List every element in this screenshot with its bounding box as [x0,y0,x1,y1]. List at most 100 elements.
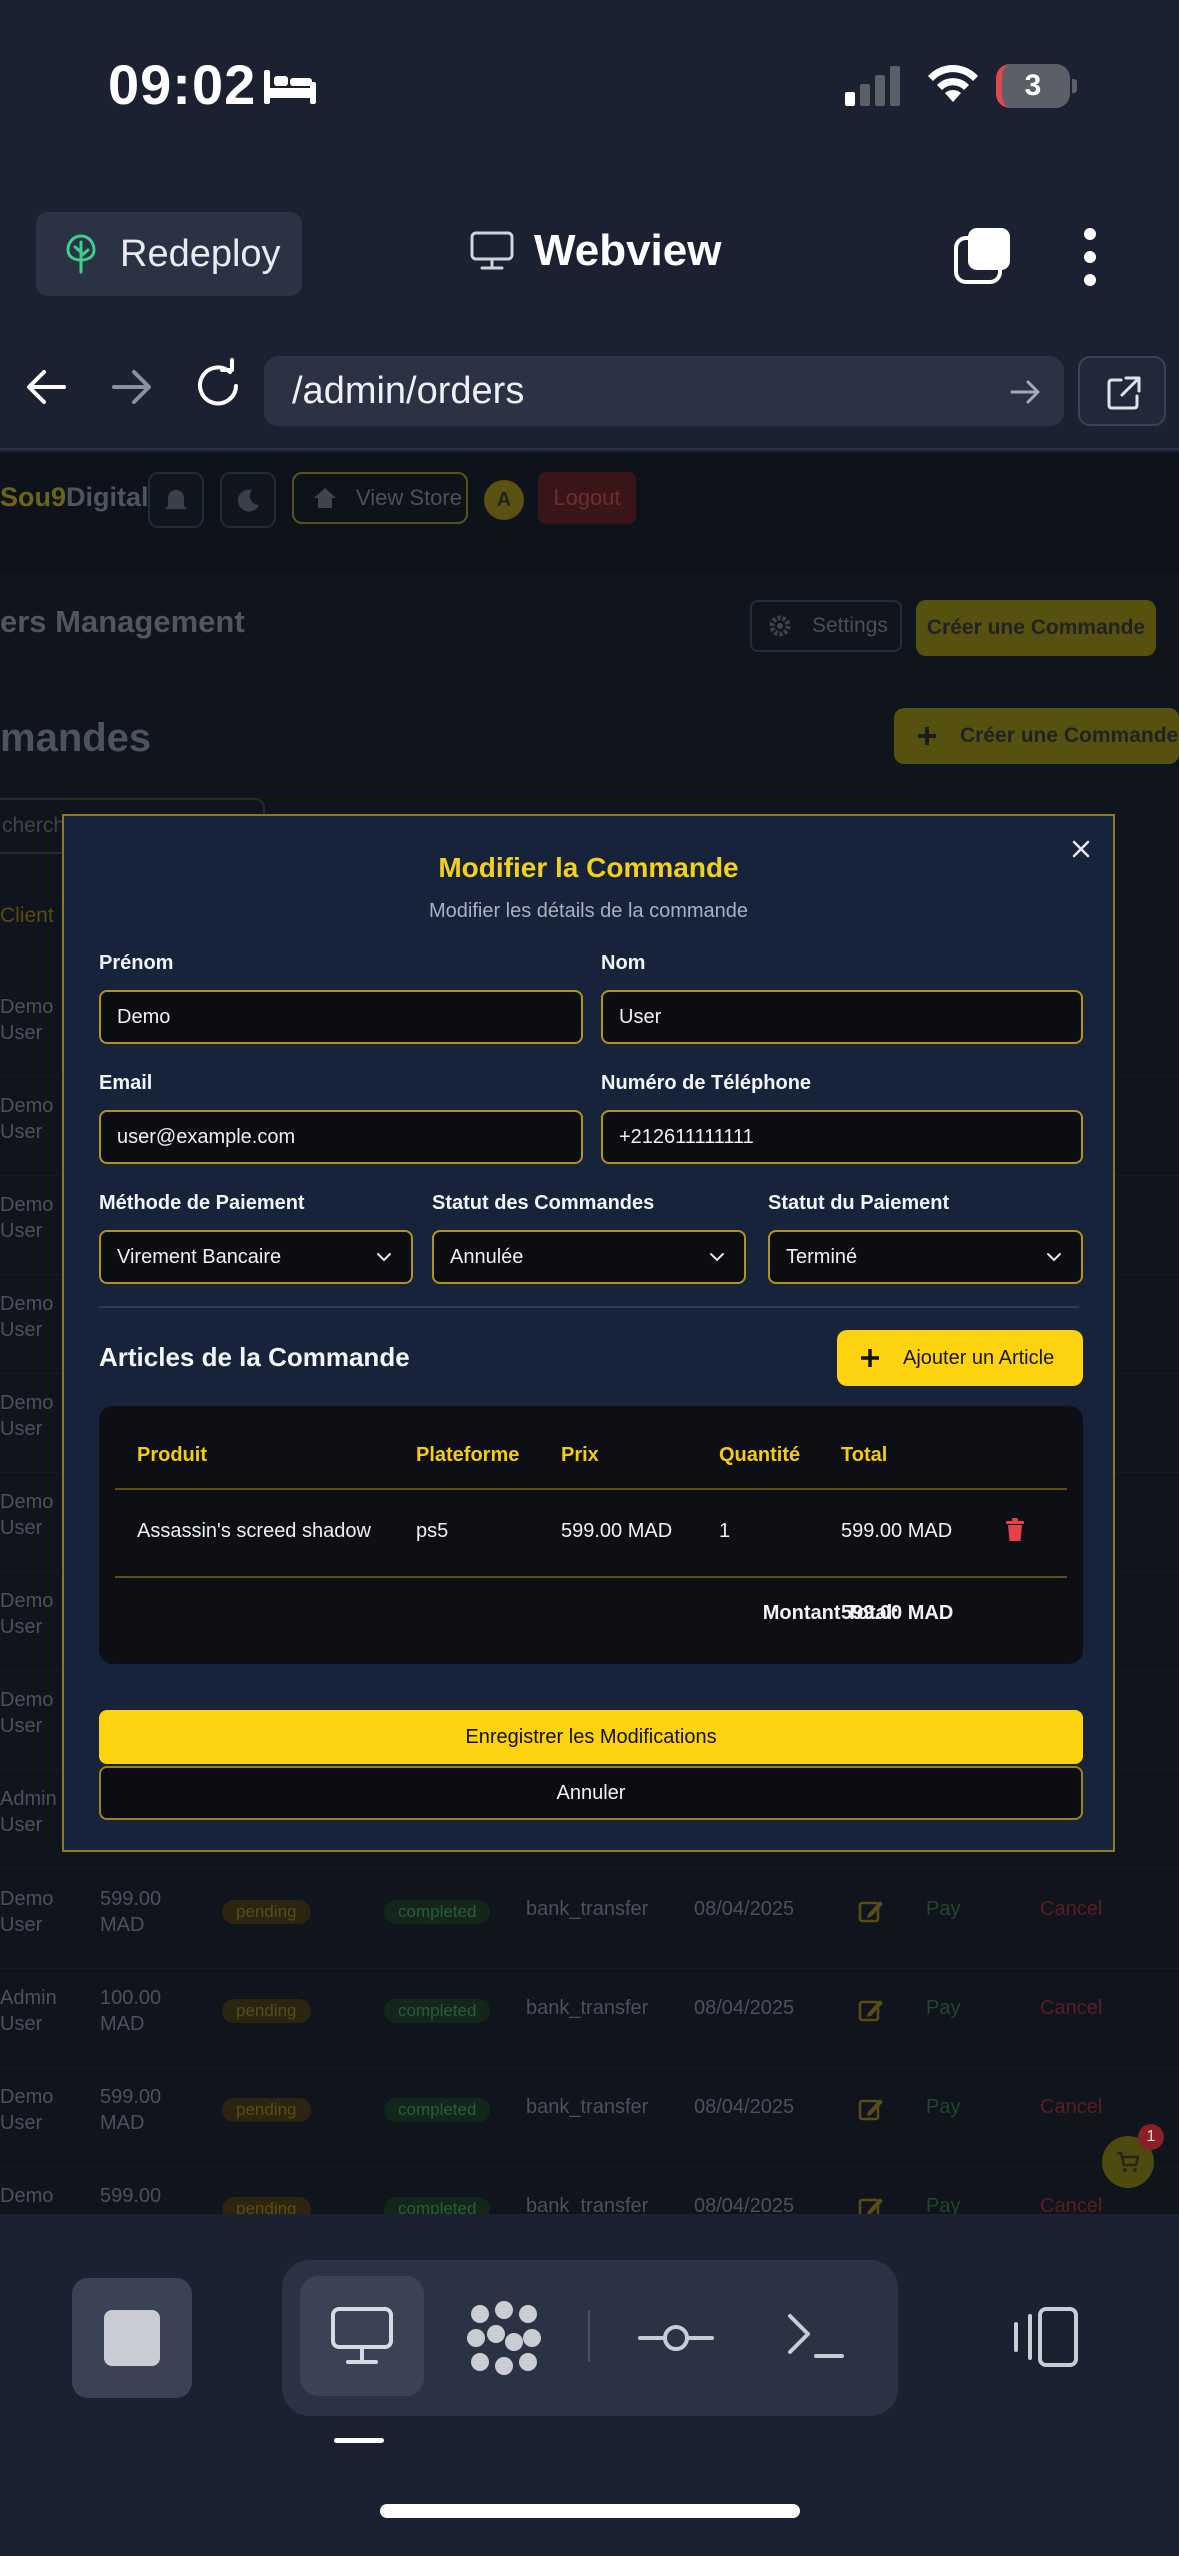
payment-badge: completed [384,2098,491,2122]
add-item-button[interactable]: Ajouter un Article [837,1330,1083,1386]
sidebar-toggle-icon[interactable] [1010,2306,1080,2368]
row-date: 08/04/2025 [694,1997,795,2019]
close-icon[interactable] [1070,838,1092,860]
row-method: bank_transfer [526,1898,649,1920]
terminal-icon[interactable] [786,2310,846,2362]
table-row: Demo User 599.00 MAD pending completed bank_… [0,2167,1179,2214]
order-status-select[interactable]: Annulée [432,1230,746,1284]
status-time: 09:02 [108,53,257,116]
payment-badge: completed [384,1900,491,1924]
forward-arrow-icon[interactable] [106,362,156,412]
notifications-button[interactable] [148,472,204,528]
row-amount: 100.00 MAD [100,1987,162,2035]
pay-button[interactable]: Pay [926,2096,960,2119]
pay-button[interactable]: Pay [926,1997,960,2020]
tree-icon [66,234,96,274]
edit-icon[interactable] [858,2195,884,2214]
column-header-product: Produit [137,1444,207,1466]
open-external-icon [1107,376,1141,410]
cancel-order-button[interactable]: Cancel [1040,2096,1102,2119]
cluster-icon[interactable] [466,2300,542,2376]
row-client: Demo User [0,1392,54,1440]
cart-icon [1117,2151,1140,2172]
cellular-signal-icon [845,66,900,106]
row-method: bank_transfer [526,2096,649,2118]
save-changes-button[interactable]: Enregistrer les Modifications [99,1710,1083,1764]
cancel-order-button[interactable]: Cancel [1040,1997,1102,2020]
edit-icon[interactable] [858,2096,884,2122]
phone-field[interactable]: +212611111111 [601,1110,1083,1164]
cancel-order-button[interactable]: Cancel [1040,2195,1102,2214]
reload-icon[interactable] [190,358,246,414]
trash-icon[interactable] [1005,1518,1025,1542]
payment-method-label: Méthode de Paiement [99,1192,305,1214]
table-row: Demo User 599.00 MAD pending completed bank_… [0,1870,1179,1969]
cancel-order-button[interactable]: Cancel [1040,1898,1102,1921]
pay-button[interactable]: Pay [926,1898,960,1921]
row-client: Demo User [0,1293,54,1341]
plus-icon [861,1349,879,1367]
email-field[interactable]: user@example.com [99,1110,583,1164]
pay-button[interactable]: Pay [926,2195,960,2214]
row-amount: 599.00 MAD [100,2185,162,2214]
create-order-button[interactable]: Créer une Commande [916,600,1156,656]
stop-icon [104,2310,160,2366]
payment-badge: completed [384,1999,491,2023]
payment-method-select[interactable]: Virement Bancaire [99,1230,413,1284]
url-row: /admin/orders [0,330,1179,450]
payment-method-value: Virement Bancaire [117,1246,282,1268]
logout-button[interactable]: Logout [538,472,636,524]
status-badge: pending [222,1900,311,1924]
first-name-field[interactable]: Demo [99,990,583,1044]
gear-icon [769,615,791,637]
dark-mode-button[interactable] [220,472,276,528]
commit-icon[interactable] [638,2314,714,2362]
last-name-field[interactable]: User [601,990,1083,1044]
last-name-label: Nom [601,952,646,974]
row-client: Demo User [0,2185,54,2214]
modal-title: Modifier la Commande [438,852,739,883]
webview-tab[interactable] [300,2276,424,2396]
page-title: ers Management [0,604,245,639]
chevron-down-icon [377,1253,391,1262]
row-client: Demo User [0,1689,54,1737]
order-status-label: Statut des Commandes [432,1192,655,1214]
redeploy-button[interactable]: Redeploy [36,212,302,296]
tabs-icon[interactable] [952,226,1012,286]
cancel-button[interactable]: Annuler [99,1766,1083,1820]
edit-icon[interactable] [858,1997,884,2023]
home-indicator[interactable] [380,2504,800,2518]
app-bar: Redeploy Webview [0,190,1179,320]
row-client: Demo User [0,2086,54,2134]
row-client: Admin User [0,1788,57,1836]
back-arrow-icon[interactable] [22,362,72,412]
order-status-value: Annulée [450,1246,524,1268]
open-external-button[interactable] [1078,356,1166,426]
site-brand[interactable]: Sou9Digital [0,482,149,513]
row-date: 08/04/2025 [694,2195,795,2214]
stop-button[interactable] [72,2278,192,2398]
url-input[interactable]: /admin/orders [264,356,1064,426]
row-client: Demo User [0,1590,54,1638]
settings-button[interactable]: Settings [750,600,902,652]
header-divider [115,1488,1067,1490]
create-order-button-secondary[interactable]: Créer une Commande [894,708,1179,764]
site-navbar: Sou9Digital View Store A Logout [0,452,1179,572]
column-header-client: Client [0,904,54,927]
edit-icon[interactable] [858,1898,884,1924]
payment-status-select[interactable]: Terminé [768,1230,1083,1284]
view-store-button[interactable]: View Store [292,472,468,524]
battery-level: 3 [1024,69,1042,102]
row-client: Demo User [0,996,54,1044]
row-amount: 599.00 MAD [100,2086,162,2134]
url-go-arrow-icon[interactable] [1008,378,1044,406]
bottom-toolbar [0,2214,1179,2556]
row-client: Demo User [0,1888,54,1936]
user-avatar[interactable]: A [484,480,524,520]
payment-status-value: Terminé [786,1246,858,1268]
more-options-icon[interactable] [1080,226,1100,288]
modal-subtitle: Modifier les détails de la commande [428,900,749,922]
moon-icon [237,489,259,512]
home-icon [314,488,336,508]
item-total: 599.00 MAD [841,1520,953,1542]
